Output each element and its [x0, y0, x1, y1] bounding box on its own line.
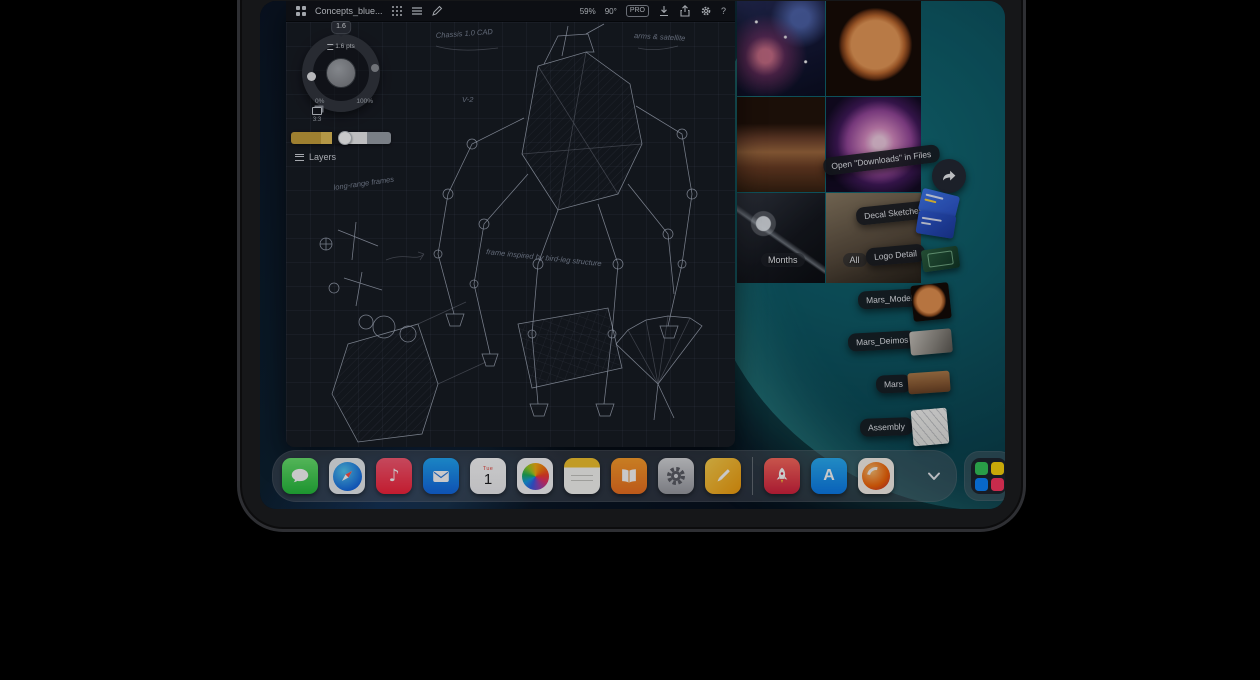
pen-icon[interactable]	[431, 5, 443, 17]
app-photos[interactable]	[517, 458, 553, 494]
drag-thumb-mars-deimos[interactable]	[909, 328, 953, 356]
drag-thumb-mars-model[interactable]	[910, 282, 952, 322]
pro-badge[interactable]: PRO	[626, 5, 649, 17]
app-calendar[interactable]: Tue 1	[470, 458, 506, 494]
tool-wheel-center-knob[interactable]	[326, 58, 356, 88]
tab-all[interactable]: All	[843, 253, 867, 267]
app-books[interactable]	[611, 458, 647, 494]
app-mail[interactable]	[423, 458, 459, 494]
messages-bubble-icon	[289, 465, 311, 487]
tab-months[interactable]: Months	[761, 253, 805, 267]
promo-background: Concepts_blue... 59% 90° PRO	[0, 0, 1260, 680]
chevron-down-icon	[924, 466, 944, 486]
color-marker[interactable]	[338, 131, 352, 145]
sketch-annotation: long-range frames	[333, 175, 395, 192]
drag-item-label: Assembly	[860, 417, 913, 437]
layers-panel-header[interactable]: Layers	[295, 152, 336, 162]
dock-area: ♪ Tue 1	[272, 450, 1005, 502]
app-messages[interactable]	[282, 458, 318, 494]
dock-divider	[752, 457, 753, 495]
app-library-tile	[975, 478, 988, 491]
rotation-value[interactable]: 90°	[605, 7, 617, 16]
layers-label: Layers	[309, 152, 336, 162]
download-icon[interactable]	[658, 5, 670, 17]
drag-item-label: Mars_Deimos	[848, 330, 917, 352]
app-library-icon[interactable]	[971, 458, 1005, 494]
sketch-annotation: V-2	[462, 95, 474, 104]
app-concepts[interactable]	[705, 458, 741, 494]
app-notes[interactable]	[564, 458, 600, 494]
dots-grid-icon[interactable]	[391, 5, 403, 17]
dock-suggestions-panel	[964, 451, 1005, 501]
pages-control[interactable]: 3:3	[310, 107, 324, 123]
app-library-tile	[991, 478, 1004, 491]
drag-thumb-assembly[interactable]	[910, 407, 949, 446]
pages-icon	[312, 107, 322, 115]
photo-mars-globe[interactable]	[826, 1, 921, 96]
pencil-icon	[712, 465, 734, 487]
pages-badge: 3:3	[310, 117, 324, 123]
ipad-screen: Concepts_blue... 59% 90° PRO	[260, 1, 1005, 509]
photos-flower-icon	[522, 463, 549, 490]
color-palette-strip[interactable]	[291, 132, 391, 144]
brush-size-label: 1.6 pts	[327, 43, 355, 50]
notes-lines-icon	[571, 475, 593, 485]
appstore-letter-icon: A	[823, 467, 835, 485]
app-appstore[interactable]: A	[811, 458, 847, 494]
document-title[interactable]: Concepts_blue...	[315, 6, 383, 16]
menu-icon[interactable]	[411, 5, 423, 17]
apps-grid-icon[interactable]	[295, 5, 307, 17]
share-icon[interactable]	[679, 5, 691, 17]
share-forward-button[interactable]	[932, 159, 966, 193]
app-settings[interactable]	[658, 458, 694, 494]
app-music[interactable]: ♪	[376, 458, 412, 494]
settings-gear-icon[interactable]	[700, 5, 712, 17]
photos-grid: Months All	[737, 1, 921, 283]
drag-thumb-mars[interactable]	[907, 371, 950, 395]
app-rocket[interactable]	[764, 458, 800, 494]
tool-wheel-left-knob[interactable]	[307, 72, 316, 81]
photo-nebula[interactable]	[737, 1, 825, 96]
safari-compass-icon	[333, 462, 362, 491]
app-library-tile	[975, 462, 988, 475]
mail-envelope-icon	[430, 465, 452, 487]
tool-wheel-right-knob[interactable]	[371, 64, 379, 72]
concepts-app-window: Concepts_blue... 59% 90° PRO	[286, 1, 735, 447]
brush-size-badge: 1.6	[331, 21, 351, 34]
photo-mars-surface[interactable]	[737, 97, 825, 192]
sketch-annotation: Chassis 1.0 CAD	[436, 27, 494, 40]
ipad-device: Concepts_blue... 59% 90° PRO	[237, 0, 1026, 532]
dock: ♪ Tue 1	[272, 450, 957, 502]
forward-arrow-icon	[940, 167, 958, 185]
opacity-min-label: 0%	[315, 98, 324, 105]
brush-tool-wheel[interactable]: 1.6 1.6 pts 0% 100%	[302, 34, 380, 112]
drag-item-label: Mars	[876, 374, 911, 393]
rocket-icon	[771, 465, 793, 487]
sketch-annotation: frame inspired by bird-leg structure	[486, 247, 602, 268]
photo-spacecraft[interactable]	[737, 193, 825, 283]
sketch-annotation: arms & satellite	[634, 31, 686, 43]
zoom-level[interactable]: 59%	[580, 7, 596, 16]
concepts-toolbar: Concepts_blue... 59% 90° PRO	[286, 1, 735, 22]
photo-orion-nebula[interactable]	[826, 97, 921, 192]
orange-swirl-icon	[862, 462, 890, 490]
music-note-icon: ♪	[389, 466, 400, 486]
layers-menu-icon	[295, 154, 304, 161]
opacity-max-label: 100%	[356, 98, 373, 105]
app-orange-swirl[interactable]	[858, 458, 894, 494]
settings-gear-icon	[664, 464, 688, 488]
books-open-book-icon	[618, 465, 640, 487]
calendar-day: 1	[484, 473, 492, 487]
toolbar-right-group: 59% 90° PRO ?	[580, 5, 726, 17]
app-safari[interactable]	[329, 458, 365, 494]
help-button[interactable]: ?	[721, 6, 726, 16]
app-library-tile	[991, 462, 1004, 475]
dock-collapse-button[interactable]	[921, 463, 947, 489]
